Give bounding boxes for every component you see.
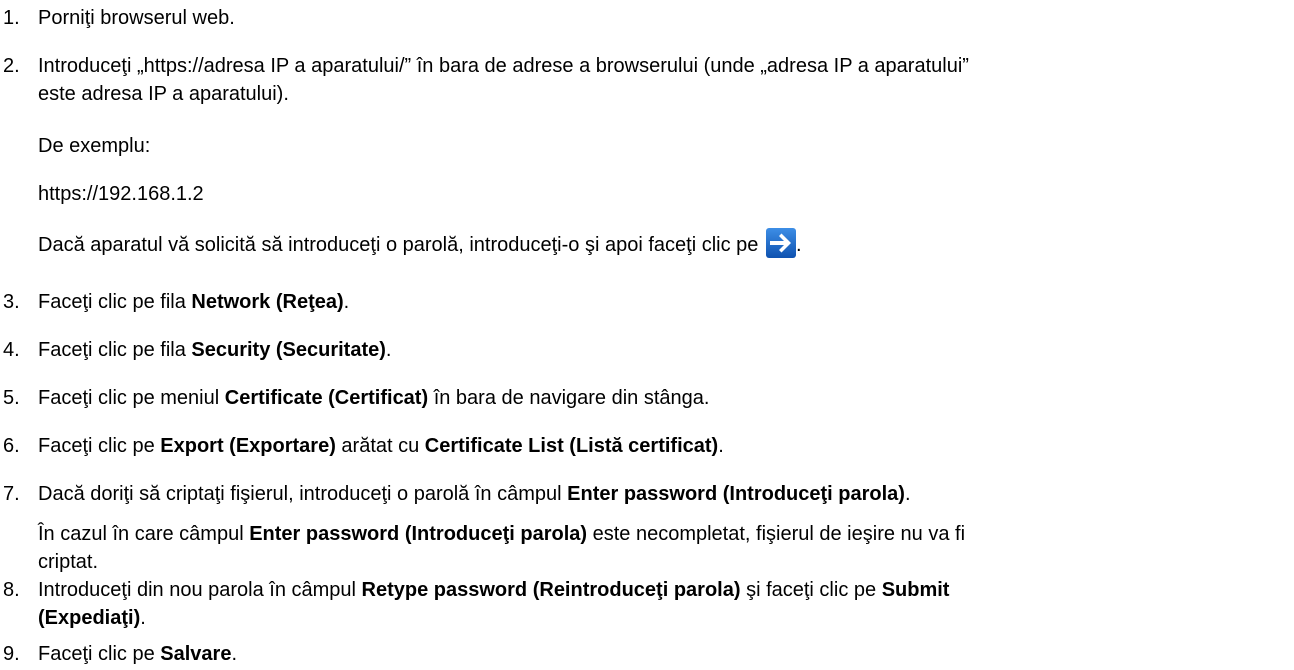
step-text-post: . [385, 339, 392, 361]
step-text: Introduceţi din nou parola în câmpul Ret… [38, 576, 1288, 632]
ui-term: Export (Exportare) [160, 435, 336, 457]
step-text-post: în bara de navigare din stânga. [428, 387, 710, 409]
step-number: 6. [3, 435, 20, 457]
step-text: Faceţi clic pe fila Network (Reţea). [38, 288, 1288, 316]
ui-term: Network (Reţea) [191, 291, 344, 313]
ui-term: Salvare [160, 643, 232, 665]
step-text-pre: Faceţi clic pe meniul [38, 387, 225, 409]
step-text-pre: Dacă doriţi să criptaţi fişierul, introd… [38, 483, 568, 505]
step-text-mid: arătat cu [335, 435, 425, 457]
ui-term: (Expediaţi) [38, 607, 141, 629]
password-note-end: . [795, 234, 802, 256]
step-text: Faceţi clic pe meniul Certificate (Certi… [38, 384, 1288, 412]
arrow-right-icon [765, 228, 796, 258]
ui-term: Submit [881, 579, 950, 601]
step-text-post: . [231, 643, 237, 665]
step-text-line1: Introduceţi „https://adresa IP a aparatu… [38, 55, 969, 77]
step-text-pre: Faceţi clic pe [38, 643, 161, 665]
step-text-post: . [904, 483, 911, 505]
step-text: Faceţi clic pe Export (Exportare) arătat… [38, 432, 1288, 460]
note-text-pre: În cazul în care câmpul [38, 523, 250, 545]
example-label: De exemplu: [38, 135, 151, 157]
ui-term: Enter password (Introduceţi parola) [249, 523, 588, 545]
ui-term: Certificate (Certificat) [224, 387, 429, 409]
note-text-line2: criptat. [38, 551, 99, 573]
note-text-post: este necompletat, fişierul de ieşire nu … [587, 523, 966, 545]
step-number: 3. [3, 291, 20, 313]
step-text-post: . [718, 435, 724, 457]
step-number: 4. [3, 339, 20, 361]
example-url: https://192.168.1.2 [38, 183, 204, 205]
step-text: Dacă doriţi să criptaţi fişierul, introd… [38, 480, 1288, 508]
step-text: Porniţi browserul web. [38, 7, 235, 29]
password-note-text: Dacă aparatul vă solicită să introduceţi… [38, 234, 759, 256]
step-number: 1. [3, 7, 20, 29]
step-number: 9. [3, 643, 20, 665]
step-number: 8. [3, 579, 20, 601]
step-text-post: . [140, 607, 146, 629]
ui-term: Enter password (Introduceţi parola) [567, 483, 905, 505]
instruction-list: 1. Porniţi browserul web. 2. Introduceţi… [0, 0, 1294, 670]
step-text: Faceţi clic pe fila Security (Securitate… [38, 336, 1288, 364]
step-text: Faceţi clic pe Salvare. [38, 640, 1288, 668]
step-text-post: . [343, 291, 350, 313]
step-text-pre: Faceţi clic pe fila [38, 291, 192, 313]
ui-term: Certificate List (Listă certificat) [424, 435, 719, 457]
step-text-line2: este adresa IP a aparatului). [38, 83, 289, 105]
step-number: 2. [3, 55, 20, 77]
step-text-pre: Faceţi clic pe fila [38, 339, 192, 361]
step-7-note: În cazul în care câmpul Enter password (… [38, 520, 1288, 576]
step-text: Introduceţi „https://adresa IP a aparatu… [38, 52, 1288, 108]
step-number: 5. [3, 387, 20, 409]
step-text-mid: şi faceţi clic pe [740, 579, 882, 601]
ui-term: Retype password (Reintroduceţi parola) [361, 579, 741, 601]
step-text-pre: Faceţi clic pe [38, 435, 161, 457]
password-note: Dacă aparatul vă solicită să introduceţi… [38, 228, 1288, 259]
ui-term: Security (Securitate) [191, 339, 386, 361]
step-text-pre: Introduceţi din nou parola în câmpul [38, 579, 362, 601]
step-number: 7. [3, 483, 20, 505]
